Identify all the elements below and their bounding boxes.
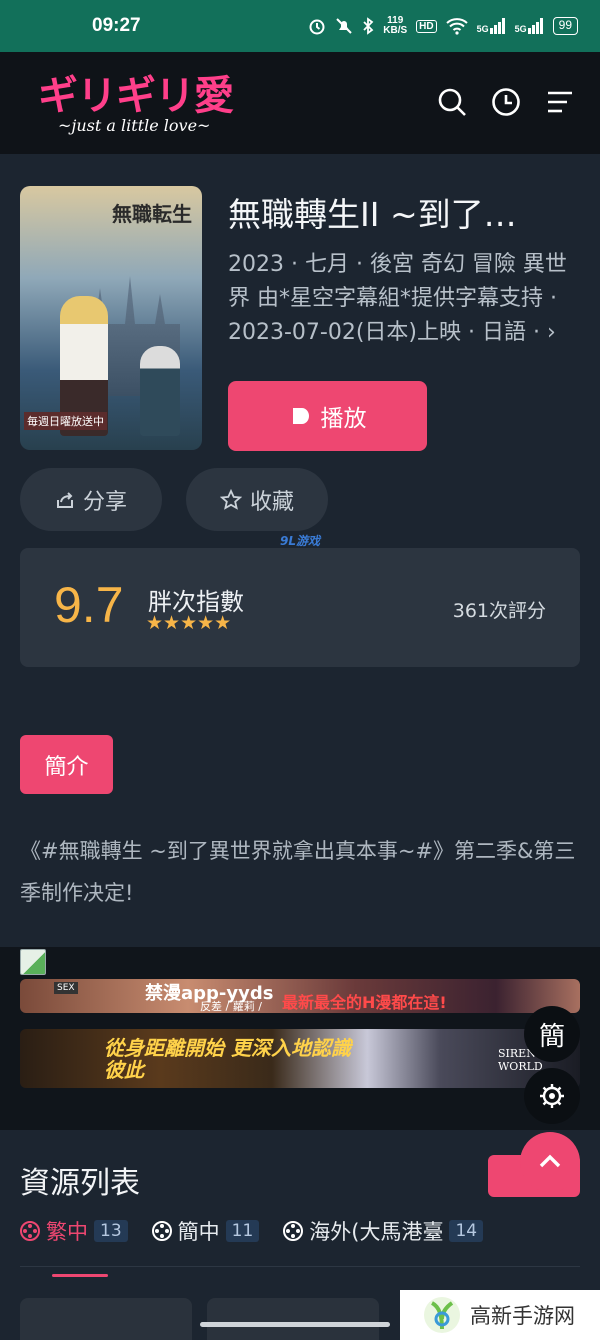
hd-badge: HD	[416, 19, 437, 33]
watermark: 9L游戏	[280, 534, 320, 548]
language-toggle-button[interactable]: 簡	[524, 1006, 580, 1062]
tab-count: 13	[94, 1220, 128, 1242]
share-label: 分享	[82, 489, 127, 515]
net-speed-unit: KB/S	[383, 25, 408, 36]
rating-card: 9.7 胖次指數 ★★★★★ 361次評分	[20, 548, 580, 667]
alarm-icon	[309, 19, 325, 35]
film-reel-icon	[151, 1221, 172, 1241]
tab-overseas[interactable]: 海外(大馬港臺 14	[283, 1216, 484, 1260]
signal-5g-2: 5G	[515, 18, 544, 34]
favorite-button[interactable]: 收藏	[186, 468, 328, 531]
net-speed: 119 KB/S	[383, 16, 407, 36]
resource-tabs: 繁中 13 簡中 11 海外(大馬港臺 14	[20, 1216, 484, 1277]
resource-card[interactable]	[207, 1298, 379, 1340]
ad-banner-2-text: 從身距離開始 更深入地認識彼此	[104, 1036, 351, 1082]
tab-label: 簡中	[177, 1220, 220, 1244]
active-tab-indicator	[52, 1274, 108, 1277]
chevron-up-icon	[539, 1154, 561, 1168]
site-logo[interactable]: ギリギリ愛 ~just a little love~	[38, 73, 234, 135]
play-button[interactable]: 播放	[228, 381, 427, 451]
play-icon	[292, 408, 309, 424]
poster-footer: 毎週日曜放送中	[24, 412, 107, 430]
favorite-label: 收藏	[249, 489, 294, 515]
film-reel-icon	[20, 1221, 40, 1241]
rating-stars: ★★★★★	[146, 612, 232, 634]
scroll-top-button[interactable]	[520, 1132, 580, 1192]
intro-tab[interactable]: 簡介	[20, 735, 113, 794]
ad-banner-2[interactable]: 從身距離開始 更深入地認識彼此 SIREN WORLD	[20, 1029, 580, 1088]
ad-banner-1-tagline: 最新最全的H漫都在這!	[282, 993, 447, 1012]
ad-banner-1-subtitle: 反差 / 蘿莉 /	[200, 1000, 262, 1013]
intro-text: 《#無職轉生 ~到了異世界就拿出真本事~#》第二季&第三季制作决定!	[20, 839, 576, 905]
anime-poster[interactable]: 無職転生 毎週日曜放送中	[20, 186, 202, 450]
logo-text: ギリギリ愛	[38, 73, 234, 119]
brand-text: 高新手游网	[470, 1304, 575, 1328]
signal-5g-1-label: 5G	[476, 24, 489, 34]
tab-count: 14	[449, 1220, 484, 1242]
tab-simplified[interactable]: 簡中 11	[151, 1216, 260, 1260]
search-icon[interactable]	[436, 86, 468, 118]
status-bar: 09:27 119 KB/S HD 5G 5G 99	[0, 0, 600, 52]
resource-list-title: 資源列表	[20, 1166, 140, 1201]
wifi-icon	[445, 18, 468, 35]
share-button[interactable]: 分享	[20, 468, 162, 531]
share-icon	[56, 491, 73, 508]
play-label: 播放	[320, 406, 367, 432]
history-icon[interactable]	[490, 86, 522, 118]
bluetooth-icon	[363, 17, 374, 35]
resource-card[interactable]	[20, 1298, 192, 1340]
signal-bars-icon	[489, 18, 505, 34]
signal-5g-1: 5G	[477, 18, 506, 34]
film-reel-icon	[283, 1221, 304, 1241]
ad-banner-1-badge: SEX	[54, 982, 78, 994]
menu-icon[interactable]	[544, 86, 576, 118]
status-icons: 119 KB/S HD 5G 5G 99	[308, 16, 578, 36]
logo-tagline: ~just a little love~	[58, 116, 211, 135]
home-indicator[interactable]	[200, 1322, 390, 1327]
anime-title: 無職轉生II ~到了…	[228, 195, 517, 234]
tab-traditional[interactable]: 繁中 13	[20, 1216, 128, 1277]
poster-character-2	[140, 346, 180, 436]
anime-meta[interactable]: 2023 · 七月 · 後宮 奇幻 冒險 異世界 由*星空字幕組*提供字幕支持 …	[228, 248, 584, 350]
mute-icon	[336, 18, 352, 34]
settings-icon	[540, 1084, 564, 1108]
broken-image-icon	[20, 949, 46, 975]
poster-title: 無職転生	[112, 202, 192, 226]
header-actions	[436, 86, 576, 118]
logo-text-main: ギリギリ	[38, 73, 195, 119]
status-time: 09:27	[92, 15, 141, 36]
brand-logo-icon	[424, 1297, 460, 1333]
app-header: ギリギリ愛 ~just a little love~	[0, 52, 600, 154]
settings-button[interactable]	[524, 1068, 580, 1124]
tab-label: 海外(大馬港臺	[309, 1220, 444, 1244]
rating-count: 361次評分	[452, 600, 546, 622]
tab-count: 11	[225, 1220, 260, 1242]
ad-banner-1[interactable]: SEX 禁漫app-yyds 反差 / 蘿莉 / 最新最全的H漫都在這!	[20, 979, 580, 1013]
star-outline-icon	[219, 488, 242, 510]
battery-indicator: 99	[552, 17, 578, 35]
signal-bars-icon	[527, 18, 543, 34]
site-brand-watermark: 高新手游网	[400, 1290, 600, 1340]
logo-text-heart: 愛	[194, 73, 234, 119]
rating-score: 9.7	[54, 577, 124, 633]
tabs-divider	[20, 1266, 580, 1267]
signal-5g-2-label: 5G	[514, 24, 527, 34]
tab-label: 繁中	[46, 1220, 88, 1244]
